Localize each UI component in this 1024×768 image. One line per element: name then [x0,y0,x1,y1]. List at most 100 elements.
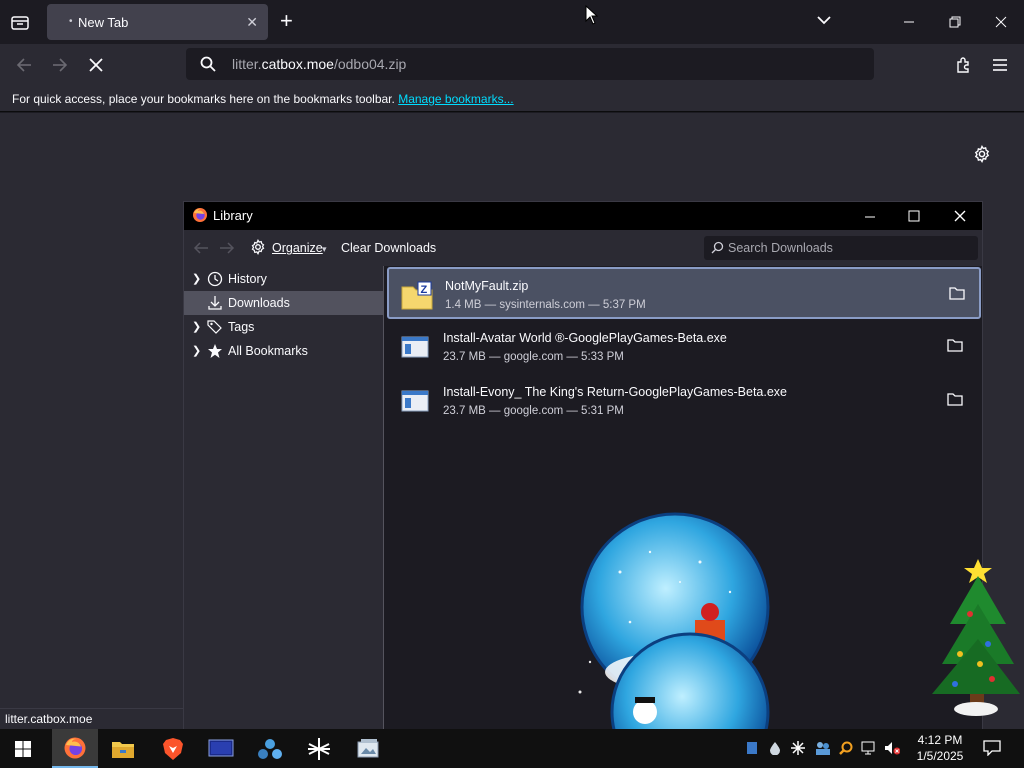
tags-icon [207,320,222,334]
url-domain: catbox.moe [261,56,334,72]
stop-loading-button[interactable] [84,53,108,77]
minimize-button[interactable] [897,10,921,34]
notification-center-icon[interactable] [983,739,1001,757]
app-menu-icon[interactable] [988,53,1012,77]
download-filename: Install-Evony_ The King's Return-GoogleP… [443,385,787,399]
clock-time: 4:12 PM [917,733,963,747]
list-all-tabs-button[interactable] [816,12,832,33]
bookmarks-message-text: For quick access, place your bookmarks h… [12,92,395,106]
back-button[interactable] [12,53,36,77]
volume-muted-icon[interactable] [884,740,900,756]
search-downloads-input[interactable]: Search Downloads [704,236,978,260]
library-sidebar: ❯ History Downloads ❯ Tags ❯ All Bookmar… [184,266,384,730]
search-placeholder: Search Downloads [728,241,833,255]
system-clock[interactable]: 4:12 PM 1/5/2025 [910,732,970,764]
taskbar: 4:12 PM 1/5/2025 [0,729,1024,768]
download-details: 23.7 MB — google.com — 5:31 PM [443,405,624,417]
download-item[interactable]: Z NotMyFault.zip 1.4 MB — sysinternals.c… [387,267,981,319]
open-folder-icon[interactable] [947,392,963,406]
restore-button[interactable] [943,10,967,34]
organize-dropdown-icon: ▾ [322,244,327,254]
download-filename: NotMyFault.zip [445,279,529,293]
photos-app-icon[interactable] [345,729,391,768]
manage-bookmarks-link[interactable]: Manage bookmarks... [398,92,513,106]
library-titlebar[interactable]: Library [184,202,982,230]
clock-icon [207,271,223,287]
download-item[interactable]: Install-Avatar World ®-GooglePlayGames-B… [387,321,981,373]
tray-search-icon[interactable] [838,740,854,756]
search-icon [200,56,216,72]
sidebar-item-all-bookmarks[interactable]: ❯ All Bookmarks [184,339,383,363]
tab-close-icon[interactable]: ✕ [246,14,258,31]
exe-installer-icon [401,336,429,358]
tab-new-tab[interactable]: • New Tab ✕ [47,4,268,40]
tab-strip: • New Tab ✕ + [0,0,1024,44]
network-app-icon[interactable] [247,729,293,768]
firefox-icon[interactable] [52,729,98,768]
close-window-button[interactable] [989,10,1013,34]
sidebar-item-history[interactable]: ❯ History [184,267,383,291]
library-title: Library [213,208,253,223]
mouse-cursor-icon [585,5,599,25]
sidebar-item-tags[interactable]: ❯ Tags [184,315,383,339]
forward-button[interactable] [48,53,72,77]
new-tab-button[interactable]: + [280,10,293,32]
zip-folder-icon: Z [401,281,433,310]
tray-asterisk-icon[interactable] [790,740,806,756]
firefox-view-button[interactable] [8,10,32,34]
download-details: 23.7 MB — google.com — 5:33 PM [443,351,624,363]
christmas-tree-decoration-icon [932,559,1020,716]
sidebar-item-label: History [228,272,267,286]
loading-dot-icon: • [69,16,73,27]
expand-arrow-icon[interactable]: ❯ [192,344,201,357]
url-prefix: litter. [232,56,262,72]
monitor-app-icon[interactable] [198,729,244,768]
library-maximize-button[interactable] [908,209,920,227]
snow-globe-decoration-icon [578,512,770,729]
tray-people-icon[interactable] [815,740,831,756]
download-item[interactable]: Install-Evony_ The King's Return-GoogleP… [387,375,981,427]
network-icon[interactable] [861,740,877,756]
download-filename: Install-Avatar World ®-GooglePlayGames-B… [443,331,727,345]
open-folder-icon[interactable] [949,286,965,300]
search-icon [711,241,724,254]
status-link-preview: litter.catbox.moe [0,708,183,729]
library-forward-button[interactable] [219,241,235,260]
library-minimize-button[interactable] [864,210,876,228]
organize-gear-icon[interactable] [250,239,266,260]
open-folder-icon[interactable] [947,338,963,352]
star-icon [208,344,222,358]
bookmarks-toolbar: For quick access, place your bookmarks h… [0,86,1024,112]
tray-drop-icon[interactable] [767,740,783,756]
library-toolbar: Organize ▾ Clear Downloads Search Downlo… [184,230,982,266]
new-tab-settings-gear-icon[interactable] [973,145,991,168]
brave-icon[interactable] [150,729,196,768]
bookmarks-empty-message: For quick access, place your bookmarks h… [12,92,514,106]
navigation-toolbar: litter.catbox.moe/odbo04.zip [0,44,1024,86]
library-back-button[interactable] [193,241,209,260]
download-details: 1.4 MB — sysinternals.com — 5:37 PM [445,299,646,311]
expand-arrow-icon[interactable]: ❯ [192,272,201,285]
url-path: /odbo04.zip [333,56,407,72]
clear-downloads-button[interactable]: Clear Downloads [341,241,436,255]
sidebar-item-label: All Bookmarks [228,344,308,358]
url-text[interactable]: litter.catbox.moe/odbo04.zip [232,56,406,72]
firefox-icon [193,208,207,222]
sidebar-item-label: Downloads [228,296,290,310]
tab-title: New Tab [78,15,129,30]
expand-arrow-icon[interactable]: ❯ [192,320,201,333]
download-icon [208,296,222,310]
sidebar-item-label: Tags [228,320,255,334]
sidebar-item-downloads[interactable]: Downloads [184,291,383,315]
extensions-icon[interactable] [952,53,976,77]
start-icon[interactable] [0,729,46,768]
tray-app-icon[interactable] [744,740,760,756]
asterisk-app-icon[interactable] [296,729,342,768]
organize-button[interactable]: Organize [272,241,323,255]
library-close-button[interactable] [954,209,966,227]
clock-date: 1/5/2025 [916,749,964,763]
url-bar[interactable]: litter.catbox.moe/odbo04.zip [186,48,874,80]
svg-text:Z: Z [421,284,428,296]
exe-installer-icon [401,390,429,412]
file-explorer-icon[interactable] [100,729,146,768]
